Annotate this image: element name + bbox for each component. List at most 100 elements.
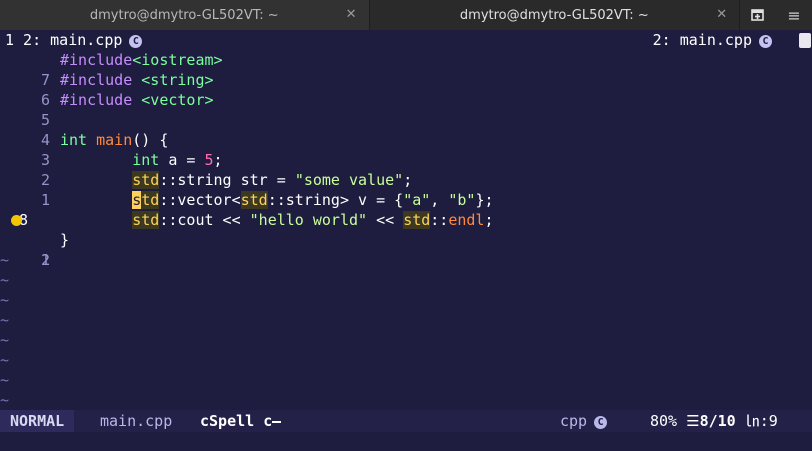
- status-filename: main.cpp: [100, 412, 173, 430]
- empty-line-marker: ~: [0, 350, 812, 370]
- mode-indicator: NORMAL: [0, 410, 75, 432]
- tilde-marker: ~: [0, 371, 10, 389]
- namespace-token: std: [403, 211, 431, 229]
- tab-title: dmytro@dmytro-GL502VT: ~: [459, 7, 649, 23]
- new-tab-icon: [751, 9, 764, 21]
- code-text: }: [60, 230, 69, 250]
- tilde-marker: ~: [0, 351, 10, 369]
- string-token: "b": [448, 191, 476, 209]
- namespace-token: td: [141, 191, 160, 209]
- punctuation-token: ;: [403, 171, 413, 189]
- line-position: 8/10: [699, 412, 736, 430]
- plain-token: ::vector<: [159, 191, 241, 209]
- close-tab-icon[interactable]: ✕: [346, 7, 357, 22]
- code-line: 3 int main() {: [0, 130, 812, 169]
- string-token: "hello world": [249, 211, 368, 229]
- tabline-left-label: 1 2: main.cpp: [5, 31, 123, 49]
- tabline-current-tab[interactable]: 1 2: main.cpp C: [5, 30, 143, 50]
- scrollbar-thumb[interactable]: [799, 33, 811, 48]
- number-token: 5: [204, 151, 214, 169]
- plain-token: ::: [430, 211, 449, 229]
- filetype-label: cpp: [560, 412, 588, 430]
- tilde-marker: ~: [0, 291, 10, 309]
- cspell-status: cSpell c: [200, 410, 282, 432]
- new-tab-button[interactable]: [739, 0, 777, 30]
- close-tab-icon[interactable]: ✕: [716, 7, 727, 22]
- code-text: #include <string>: [60, 70, 214, 90]
- empty-line-marker: ~: [0, 270, 812, 290]
- empty-line-marker: ~: [0, 390, 812, 410]
- code-text: #include <vector>: [60, 90, 214, 110]
- preprocessor-token: #include: [60, 51, 133, 69]
- plain-token: <<: [367, 211, 404, 229]
- namespace-token: std: [132, 171, 160, 189]
- type-token: int: [60, 131, 88, 149]
- editor-buffer[interactable]: 7 #include<iostream> 6 #include <string>…: [0, 50, 812, 410]
- punctuation-token: }: [60, 231, 70, 249]
- vim-tabline: 1 2: main.cpp C 2: main.cpp C: [0, 30, 812, 50]
- empty-line-marker: ~: [0, 250, 812, 270]
- plain-token: ::string: [267, 191, 340, 209]
- scroll-percent: 80%: [650, 412, 678, 430]
- empty-line-marker: ~: [0, 310, 812, 330]
- string-token: "some value": [294, 171, 404, 189]
- terminal-tab-1[interactable]: dmytro@dmytro-GL502VT: ~ ✕: [0, 0, 370, 30]
- code-line-current: 8 std::vector<std::string> v = {"a", "b"…: [0, 190, 812, 229]
- function-token: main: [96, 131, 133, 149]
- code-line: 2 }: [0, 230, 812, 269]
- punctuation-token: ,: [430, 191, 449, 209]
- punctuation-token: };: [475, 191, 494, 209]
- code-line: 2 int a = 5;: [0, 150, 812, 189]
- empty-line-marker: ~: [0, 330, 812, 350]
- text-cursor: s: [132, 191, 142, 209]
- tab-title: dmytro@dmytro-GL502VT: ~: [89, 7, 279, 23]
- plain-token: ::cout <<: [159, 211, 250, 229]
- terminal-tab-2[interactable]: dmytro@dmytro-GL502VT: ~ ✕: [369, 0, 740, 30]
- column-position: :9: [759, 412, 778, 430]
- plain-token: a =: [159, 151, 205, 169]
- namespace-token: std: [132, 211, 160, 229]
- tilde-marker: ~: [0, 271, 10, 289]
- preprocessor-token: #include: [60, 71, 142, 89]
- c-file-icon: C: [129, 35, 143, 48]
- plain-token: ::string str =: [159, 171, 295, 189]
- tilde-marker: ~: [0, 331, 10, 349]
- tabline-right-tab[interactable]: 2: main.cpp C: [653, 30, 772, 50]
- menu-button[interactable]: ≡: [776, 0, 812, 30]
- column-icon: ㏑: [744, 412, 760, 430]
- code-line: 6 #include <string>: [0, 70, 812, 109]
- lines-icon: ☰: [686, 412, 700, 430]
- include-path-token: <vector>: [141, 91, 214, 109]
- status-filetype: cpp C: [560, 410, 608, 432]
- code-line: 5 #include <vector>: [0, 90, 812, 129]
- punctuation-token: () {: [132, 131, 169, 149]
- code-line: 4: [0, 110, 812, 149]
- hamburger-icon: ≡: [787, 5, 801, 25]
- cspell-cursor: [272, 421, 282, 423]
- terminal-titlebar: dmytro@dmytro-GL502VT: ~ ✕ dmytro@dmytro…: [0, 0, 812, 30]
- tilde-marker: ~: [0, 311, 10, 329]
- code-text: int main() {: [60, 130, 168, 150]
- tilde-marker: ~: [0, 251, 10, 269]
- code-text: #include<iostream>: [60, 50, 223, 70]
- warning-dot-icon[interactable]: [11, 215, 22, 226]
- preprocessor-token: #include: [60, 91, 142, 109]
- c-file-icon: C: [594, 416, 608, 429]
- plain-token: > v = {: [339, 191, 404, 209]
- cspell-label: cSpell c: [200, 412, 273, 430]
- scrollbar[interactable]: [798, 30, 812, 50]
- include-path-token: <iostream>: [132, 51, 223, 69]
- type-token: int: [132, 151, 160, 169]
- code-text: std::vector<std::string> v = {"a", "b"};: [60, 190, 494, 210]
- code-line: 1 std::cout << "hello world" << std::end…: [0, 210, 812, 269]
- code-text: std::string str = "some value";: [60, 170, 412, 190]
- code-text: int a = 5;: [60, 150, 222, 170]
- code-text: std::cout << "hello world" << std::endl;: [60, 210, 494, 230]
- include-path-token: <string>: [141, 71, 214, 89]
- namespace-token: std: [240, 191, 268, 209]
- punctuation-token: ;: [484, 211, 494, 229]
- command-line[interactable]: [0, 432, 812, 451]
- empty-line-marker: ~: [0, 370, 812, 390]
- vim-statusline: NORMAL main.cpp cSpell c cpp C 80% ☰8/10 …: [0, 410, 812, 432]
- c-file-icon: C: [759, 35, 772, 48]
